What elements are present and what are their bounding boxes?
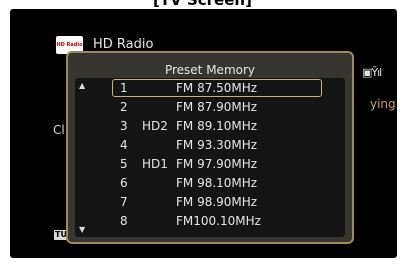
preset-frequency: FM100.10MHz <box>176 214 261 228</box>
preset-frequency: FM 93.30MHz <box>176 138 258 152</box>
screen-caption: [TV Screen] <box>153 0 252 9</box>
preset-number: 4 <box>120 138 128 152</box>
preset-row[interactable]: 3 HD2 FM 89.10MHz <box>75 117 345 135</box>
preset-frequency: FM 98.90MHz <box>176 195 258 209</box>
preset-memory-dialog: Preset Memory ▲ ▼ 1 FM 87.50MHz 2 FM 87.90M… <box>66 51 354 244</box>
background-text-left: Cl <box>53 123 65 137</box>
preset-hd-channel: HD2 <box>142 119 168 133</box>
preset-frequency: FM 97.90MHz <box>176 157 258 171</box>
preset-number: 8 <box>120 214 128 228</box>
background-text-right: ying <box>370 97 396 111</box>
tv-screen: HD Radio HD Radio Cl ying ▣Ȳıl TU Preset… <box>10 9 397 258</box>
preset-frequency: FM 87.90MHz <box>176 100 258 114</box>
signal-strength-icon: ▣Ȳıl <box>362 66 382 79</box>
preset-number: 7 <box>120 195 128 209</box>
preset-list: ▲ ▼ 1 FM 87.50MHz 2 FM 87.90MHz 3 HD2 FM 89.10… <box>75 78 345 237</box>
preset-number: 5 <box>120 157 128 171</box>
preset-number: 1 <box>120 81 128 95</box>
preset-row[interactable]: 2 FM 87.90MHz <box>75 98 345 116</box>
dialog-title: Preset Memory <box>164 63 256 77</box>
preset-frequency: FM 89.10MHz <box>176 119 258 133</box>
preset-row[interactable]: 5 HD1 FM 97.90MHz <box>75 155 345 173</box>
preset-number: 3 <box>120 119 128 133</box>
preset-row[interactable]: 7 FM 98.90MHz <box>75 193 345 211</box>
preset-number: 2 <box>120 100 128 114</box>
preset-number: 6 <box>120 176 128 190</box>
source-label: HD Radio <box>93 37 154 52</box>
preset-row[interactable]: 8 FM100.10MHz <box>75 212 345 230</box>
preset-row[interactable]: 1 FM 87.50MHz <box>75 79 345 97</box>
preset-frequency: FM 98.10MHz <box>176 176 258 190</box>
preset-frequency: FM 87.50MHz <box>176 81 258 95</box>
preset-hd-channel: HD1 <box>142 157 168 171</box>
preset-row[interactable]: 4 FM 93.30MHz <box>75 136 345 154</box>
preset-row[interactable]: 6 FM 98.10MHz <box>75 174 345 192</box>
